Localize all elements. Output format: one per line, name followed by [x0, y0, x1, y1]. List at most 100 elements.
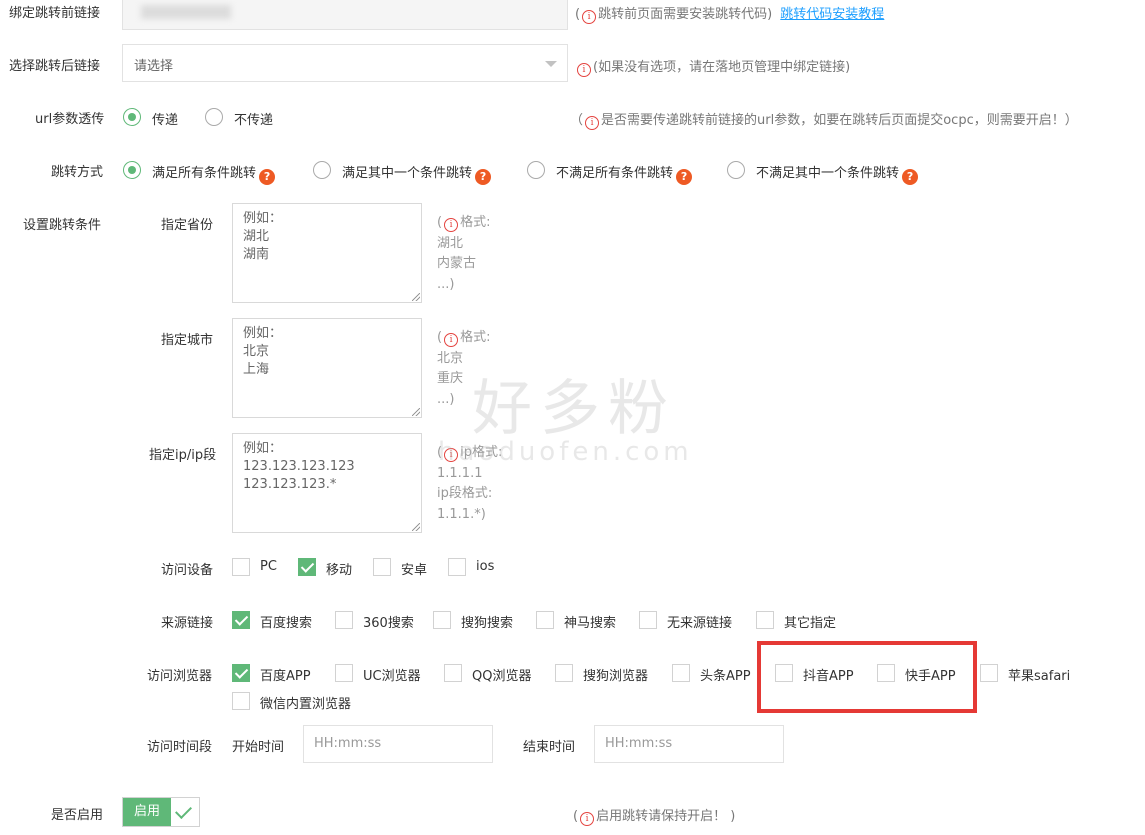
- select-link-hint-text: (如果没有选项，请在落地页管理中绑定链接): [593, 60, 851, 75]
- url-param-hint-text: 是否需要传递跳转前链接的url参数，如要在跳转后页面提交ocpc，则需要开启！）: [601, 113, 1078, 128]
- device-mobile-label: 移动: [326, 563, 353, 578]
- radio-pass[interactable]: [123, 108, 141, 126]
- info-icon: i: [582, 10, 597, 24]
- source-none-checkbox[interactable]: [639, 611, 657, 629]
- bind-link-hint: (i 跳转前页面需要安装跳转代码) 跳转代码安装教程: [575, 3, 884, 24]
- radio-no-pass-label: 不传递: [234, 113, 274, 128]
- time-label: 访问时间段: [147, 740, 213, 755]
- url-param-hint: （i 是否需要传递跳转前链接的url参数，如要在跳转后页面提交ocpc，则需要开启…: [570, 109, 1078, 130]
- device-label: 访问设备: [161, 563, 214, 578]
- source-baidu-label: 百度搜索: [260, 616, 313, 631]
- redirect-mode-label: 跳转方式: [51, 165, 104, 180]
- ip-format: (i ip格式: 1.1.1.1 ip段格式: 1.1.1.*): [437, 445, 503, 522]
- browser-qq-label: QQ浏览器: [472, 669, 532, 684]
- watermark-logo: 好多粉: [472, 374, 676, 444]
- browser-baidu-label: 百度APP: [260, 669, 311, 684]
- device-ios-checkbox[interactable]: [448, 558, 466, 576]
- question-icon[interactable]: ?: [259, 169, 276, 185]
- browser-label: 访问浏览器: [147, 669, 213, 684]
- browser-toutiao-label: 头条APP: [700, 669, 751, 684]
- info-icon: i: [580, 812, 595, 826]
- resize-handle[interactable]: [412, 293, 420, 301]
- enable-switch-label: 启用: [123, 798, 171, 826]
- question-icon[interactable]: ?: [676, 169, 693, 185]
- browser-sogou-label: 搜狗浏览器: [583, 669, 649, 684]
- browser-uc-checkbox[interactable]: [335, 664, 353, 682]
- start-time-input[interactable]: HH:mm:ss: [303, 725, 493, 763]
- bind-link-input[interactable]: [122, 0, 568, 30]
- source-sogou-checkbox[interactable]: [433, 611, 451, 629]
- browser-wechat-label: 微信内置浏览器: [260, 697, 352, 712]
- radio-mode-not-all-label: 不满足所有条件跳转?: [556, 162, 693, 185]
- info-icon: i: [444, 218, 459, 232]
- source-baidu-checkbox[interactable]: [232, 611, 250, 629]
- radio-no-pass[interactable]: [205, 108, 223, 126]
- select-link-placeholder: 请选择: [134, 59, 174, 74]
- device-mobile-checkbox[interactable]: [298, 558, 316, 576]
- enable-label: 是否启用: [51, 808, 104, 823]
- install-tutorial-link[interactable]: 跳转代码安装教程: [780, 7, 884, 22]
- city-textarea[interactable]: 例如： 北京 上海: [232, 318, 422, 418]
- browser-sogou-checkbox[interactable]: [555, 664, 573, 682]
- radio-mode-any-label: 满足其中一个条件跳转?: [342, 162, 492, 185]
- city-format-body: 北京 重庆 ...): [437, 350, 464, 407]
- conditions-label: 设置跳转条件: [23, 218, 102, 233]
- blurred-url: [141, 5, 231, 19]
- device-pc-checkbox[interactable]: [232, 558, 250, 576]
- province-format-head: 格式:: [460, 215, 491, 230]
- radio-mode-any[interactable]: [313, 161, 331, 179]
- bind-link-label: 绑定跳转前链接: [9, 6, 101, 21]
- ip-textarea[interactable]: 例如： 123.123.123.123 123.123.123.*: [232, 433, 422, 533]
- enable-hint-text: 启用跳转请保持开启！ ): [596, 809, 736, 824]
- province-label: 指定省份: [161, 218, 214, 233]
- ip-format-body: 1.1.1.1 ip段格式: 1.1.1.*): [437, 465, 493, 522]
- city-format: (i 格式: 北京 重庆 ...): [437, 330, 491, 407]
- browser-baidu-checkbox[interactable]: [232, 664, 250, 682]
- browser-toutiao-checkbox[interactable]: [672, 664, 690, 682]
- resize-handle[interactable]: [412, 408, 420, 416]
- province-textarea[interactable]: 例如： 湖北 湖南: [232, 203, 422, 303]
- radio-mode-not-any-label: 不满足其中一个条件跳转?: [756, 162, 919, 185]
- question-icon[interactable]: ?: [475, 169, 492, 185]
- ip-format-head: ip格式:: [460, 445, 503, 460]
- device-pc-label: PC: [260, 559, 277, 574]
- browser-uc-label: UC浏览器: [363, 669, 421, 684]
- source-other-checkbox[interactable]: [756, 611, 774, 629]
- hint-paren: （: [570, 113, 584, 128]
- source-360-checkbox[interactable]: [335, 611, 353, 629]
- ip-label: 指定ip/ip段: [149, 448, 217, 463]
- mode-not-all-text: 不满足所有条件跳转: [556, 166, 674, 181]
- info-icon: i: [577, 63, 591, 77]
- radio-pass-label: 传递: [152, 113, 179, 128]
- enable-hint: (i 启用跳转请保持开启！ ): [573, 805, 735, 826]
- enable-switch[interactable]: 启用: [122, 797, 200, 827]
- browser-safari-checkbox[interactable]: [980, 664, 998, 682]
- select-link-dropdown[interactable]: 请选择: [122, 44, 568, 82]
- radio-mode-not-any[interactable]: [727, 161, 745, 179]
- radio-mode-all[interactable]: [123, 161, 141, 179]
- hint-paren: (: [575, 7, 581, 22]
- source-shenma-checkbox[interactable]: [536, 611, 554, 629]
- end-time-input[interactable]: HH:mm:ss: [594, 725, 784, 763]
- source-sogou-label: 搜狗搜索: [461, 616, 514, 631]
- bind-link-hint-text: 跳转前页面需要安装跳转代码): [598, 7, 773, 22]
- question-icon[interactable]: ?: [902, 169, 919, 185]
- source-none-label: 无来源链接: [667, 616, 733, 631]
- radio-mode-not-all[interactable]: [527, 161, 545, 179]
- resize-handle[interactable]: [412, 523, 420, 531]
- url-param-label: url参数透传: [35, 112, 105, 127]
- info-icon: i: [444, 333, 459, 347]
- source-label: 来源链接: [161, 616, 214, 631]
- mode-all-text: 满足所有条件跳转: [152, 166, 257, 181]
- device-android-label: 安卓: [401, 563, 428, 578]
- device-android-checkbox[interactable]: [373, 558, 391, 576]
- radio-mode-all-label: 满足所有条件跳转?: [152, 162, 276, 185]
- browser-wechat-checkbox[interactable]: [232, 692, 250, 710]
- mode-any-text: 满足其中一个条件跳转: [342, 166, 473, 181]
- source-shenma-label: 神马搜索: [564, 616, 617, 631]
- browser-qq-checkbox[interactable]: [444, 664, 462, 682]
- hint-paren: (: [573, 809, 579, 824]
- source-360-label: 360搜索: [363, 616, 414, 631]
- device-ios-label: ios: [476, 559, 495, 574]
- check-icon: [175, 802, 192, 819]
